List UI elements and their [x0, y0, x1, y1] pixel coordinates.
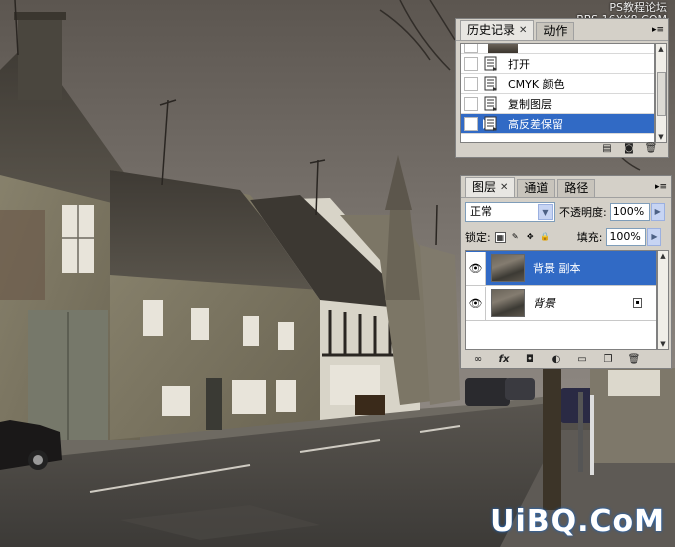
fill-label: 填充: — [576, 231, 603, 244]
layer-row-selected[interactable]: 👁 背景 副本 — [466, 251, 656, 286]
lock-transparent-pixels-icon[interactable]: ▦ — [494, 231, 506, 243]
layer-row[interactable]: 👁 背景 ▪ — [466, 286, 656, 321]
lock-position-icon[interactable]: ✥ — [525, 232, 536, 243]
eye-icon[interactable]: 👁 — [466, 286, 486, 320]
history-item-label: CMYK 颜色 — [508, 77, 565, 91]
history-item-label: 高反差保留 — [508, 117, 563, 131]
lock-image-pixels-icon[interactable]: ✎ — [510, 232, 521, 243]
opacity-input[interactable]: 100% — [609, 203, 650, 221]
history-footer: ▤ ◙ 🗑 — [456, 141, 668, 157]
tab-paths-label: 路径 — [564, 181, 589, 195]
blend-mode-select[interactable]: 正常 ▼ — [465, 202, 555, 222]
history-list: 打开 CMYK 颜色 复制图层 高反差保留 — [460, 43, 655, 143]
layer-list: 👁 背景 副本 👁 背景 ▪ — [465, 250, 657, 350]
new-layer-icon[interactable]: ❐ — [601, 354, 615, 366]
layer-name: 背景 副本 — [533, 262, 581, 275]
history-panel-tabs: 历史记录 ✕ 动作 ▸≡ — [456, 19, 668, 41]
layers-panel: 图层 ✕ 通道 路径 ▸≡ 正常 ▼ 不透明度: 100% ▶ 锁定: ▦ ✎ … — [460, 175, 672, 369]
history-state-icon — [484, 56, 497, 71]
scroll-thumb[interactable] — [657, 72, 666, 116]
layers-scrollbar[interactable]: ▲ ▼ — [657, 250, 669, 350]
lock-label: 锁定: — [465, 231, 491, 244]
folder-icon[interactable]: ▭ — [575, 354, 589, 366]
layer-thumbnail — [491, 289, 525, 317]
trash-icon[interactable]: 🗑 — [644, 143, 658, 155]
history-item-label: 复制图层 — [508, 97, 552, 111]
opacity-label: 不透明度: — [559, 206, 607, 219]
history-state-icon — [484, 96, 497, 111]
tab-layers[interactable]: 图层 ✕ — [465, 177, 516, 197]
lock-all-icon[interactable]: 🔒 — [540, 232, 551, 243]
layers-panel-tabs: 图层 ✕ 通道 路径 ▸≡ — [461, 176, 671, 198]
history-brush-source-checkbox[interactable] — [464, 56, 478, 71]
tab-actions-label: 动作 — [543, 24, 568, 38]
eye-icon[interactable]: 👁 — [466, 251, 486, 285]
history-state-icon — [484, 76, 497, 91]
tab-history-label: 历史记录 — [467, 23, 516, 37]
history-item-selected[interactable]: 高反差保留 — [461, 114, 654, 134]
history-snapshot-row[interactable] — [461, 44, 654, 54]
tab-channels-label: 通道 — [524, 181, 549, 195]
blend-opacity-row: 正常 ▼ 不透明度: 100% ▶ — [465, 201, 665, 223]
history-brush-source-checkbox[interactable] — [464, 76, 478, 91]
fill-slider-arrow-icon[interactable]: ▶ — [647, 228, 662, 246]
history-panel: 历史记录 ✕ 动作 ▸≡ 打开 CMYK 颜色 复制图层 高反差保留 ▲ ▼ ▤… — [455, 18, 669, 158]
watermark-bottom-logo: UiBQ.CoM — [490, 504, 665, 539]
history-item-label: 打开 — [508, 57, 530, 71]
tab-channels[interactable]: 通道 — [517, 179, 556, 197]
scroll-up-icon[interactable]: ▲ — [656, 44, 666, 54]
history-scrollbar[interactable]: ▲ ▼ — [655, 43, 667, 143]
scroll-up-icon[interactable]: ▲ — [658, 251, 668, 261]
history-state-icon — [484, 116, 497, 131]
layer-name: 背景 — [533, 297, 555, 310]
panel-menu-icon[interactable]: ▸≡ — [652, 24, 664, 36]
trash-icon[interactable]: 🗑 — [627, 354, 641, 366]
tab-actions[interactable]: 动作 — [536, 22, 575, 40]
snapshot-thumbnail — [488, 44, 518, 53]
close-icon[interactable]: ✕ — [500, 179, 508, 196]
layer-thumbnail — [491, 254, 525, 282]
link-icon[interactable]: ∞ — [471, 354, 485, 366]
chevron-down-icon[interactable]: ▼ — [538, 204, 553, 220]
lock-fill-row: 锁定: ▦ ✎ ✥ 🔒 填充: 100% ▶ — [465, 226, 662, 248]
history-item[interactable]: CMYK 颜色 — [461, 74, 654, 94]
history-item[interactable]: 打开 — [461, 54, 654, 74]
tab-layers-label: 图层 — [472, 180, 497, 194]
adjustment-icon[interactable]: ◐ — [549, 354, 563, 366]
tab-history[interactable]: 历史记录 ✕ — [460, 20, 535, 40]
layer-lock-icon: ▪ — [633, 298, 642, 308]
history-brush-source-checkbox[interactable] — [464, 116, 478, 131]
history-brush-source-checkbox[interactable] — [464, 44, 478, 53]
panel-menu-icon[interactable]: ▸≡ — [655, 181, 667, 193]
history-brush-source-checkbox[interactable] — [464, 96, 478, 111]
close-icon[interactable]: ✕ — [519, 22, 527, 39]
history-item[interactable]: 复制图层 — [461, 94, 654, 114]
new-document-from-state-icon[interactable]: ▤ — [600, 143, 614, 155]
new-snapshot-icon[interactable]: ◙ — [622, 143, 636, 155]
layers-footer: ∞ fx ◘ ◐ ▭ ❐ 🗑 — [461, 352, 671, 368]
opacity-slider-arrow-icon[interactable]: ▶ — [650, 203, 665, 221]
mask-icon[interactable]: ◘ — [523, 354, 537, 366]
fx-icon[interactable]: fx — [497, 354, 511, 366]
tab-paths[interactable]: 路径 — [557, 179, 596, 197]
scroll-down-icon[interactable]: ▼ — [658, 339, 668, 349]
blend-mode-value: 正常 — [470, 205, 492, 218]
fill-input[interactable]: 100% — [606, 228, 647, 246]
